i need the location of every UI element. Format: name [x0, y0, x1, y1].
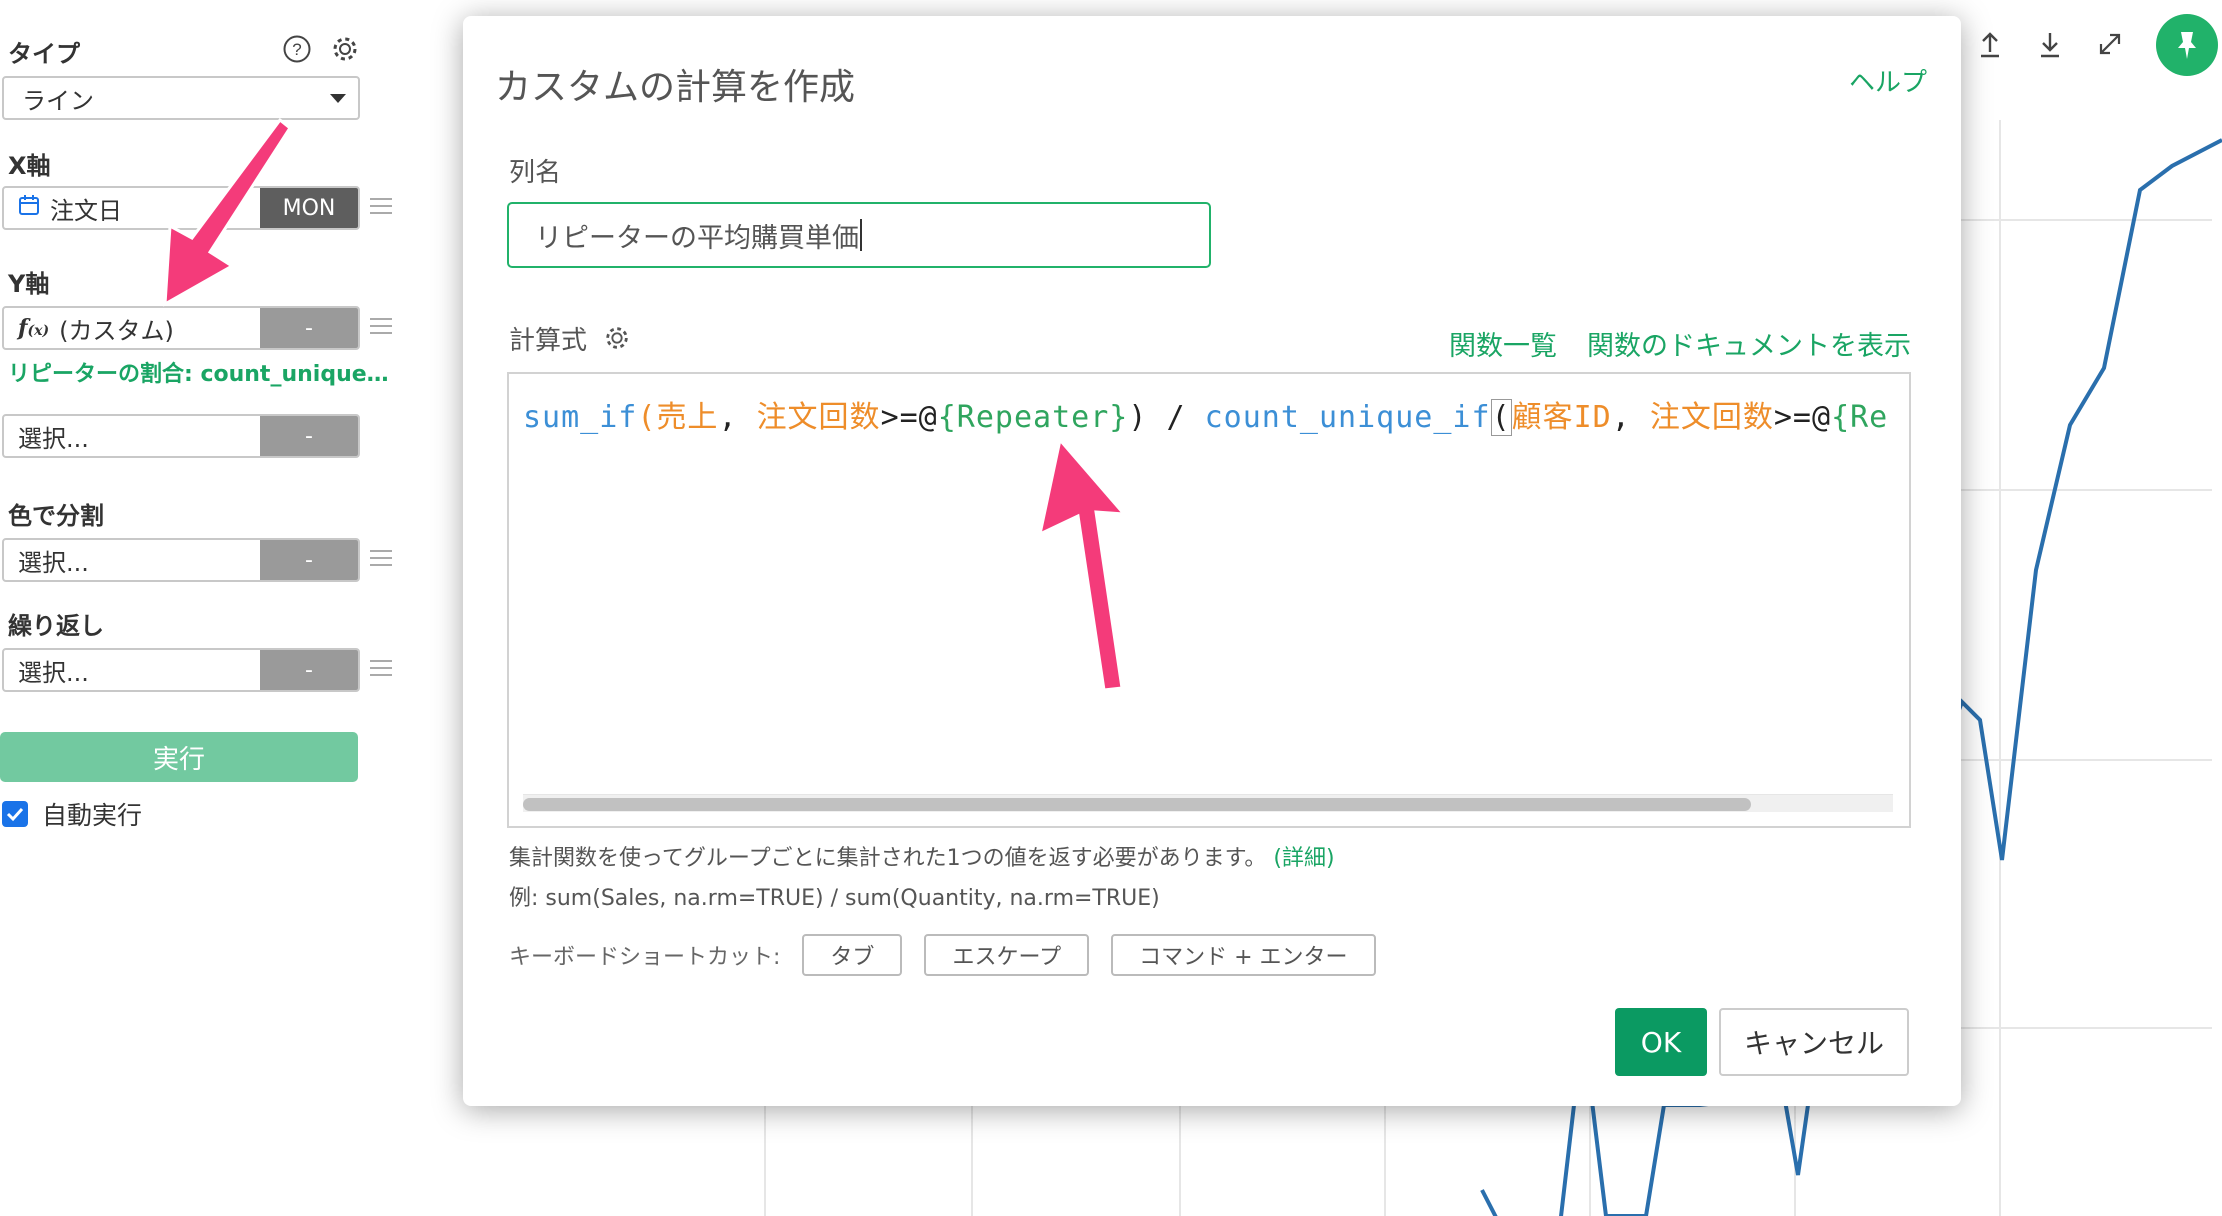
formula-token: {Re [1831, 400, 1889, 435]
scrollbar-thumb[interactable] [523, 798, 1751, 811]
x-axis-field[interactable]: 注文日 MON [2, 186, 360, 230]
y-axis-field-name: (カスタム) [59, 316, 174, 345]
formula-token: >=@ [1773, 400, 1832, 435]
auto-run-label: 自動実行 [42, 801, 143, 830]
y-axis-aggregate-button[interactable]: - [260, 308, 358, 348]
chart-settings-panel: タイプ ? ライン X軸 注文日 MON Y軸 f(x) (カスタム) - リピ… [0, 0, 410, 1216]
y-axis-second-field[interactable]: 選択... - [2, 414, 360, 458]
drag-handle-icon[interactable] [370, 198, 392, 214]
x-axis-field-name: 注文日 [50, 196, 122, 225]
formula-editor[interactable]: sum_if(売上, 注文回数>=@{Repeater}) / count_un… [507, 372, 1911, 828]
svg-text:?: ? [292, 40, 301, 59]
app-root: タイプ ? ライン X軸 注文日 MON Y軸 f(x) (カスタム) - リピ… [0, 0, 2222, 1216]
custom-calculation-dialog: カスタムの計算を作成 ヘルプ 列名 リピーターの平均購買単価 計算式 関数一覧 … [463, 16, 1961, 1106]
shortcut-label: キーボードショートカット: [509, 945, 781, 970]
drag-handle-icon[interactable] [370, 550, 392, 566]
color-split-label: 色で分割 [8, 502, 104, 530]
text-cursor [860, 219, 862, 251]
formula-token: , [1611, 400, 1650, 435]
color-split-button[interactable]: - [260, 540, 358, 580]
formula-hint: 集計関数を使ってグループごとに集計された1つの値を返す必要があります。 (詳細) [509, 840, 1335, 872]
cancel-button[interactable]: キャンセル [1719, 1008, 1909, 1076]
details-link[interactable]: (詳細) [1273, 846, 1334, 871]
pin-icon[interactable] [2156, 14, 2218, 76]
formula-token: 注文回数 [756, 400, 881, 435]
dialog-title: カスタムの計算を作成 [495, 67, 856, 108]
ok-button[interactable]: OK [1615, 1008, 1707, 1076]
run-button[interactable]: 実行 [0, 732, 358, 782]
repeat-field[interactable]: 選択... - [2, 648, 360, 692]
formula-token: count_unique_if [1204, 400, 1491, 435]
formula-token: , [718, 400, 757, 435]
gear-icon[interactable] [603, 324, 631, 359]
column-name-value: リピーターの平均購買単価 [535, 222, 859, 254]
auto-run-checkbox[interactable] [2, 801, 28, 827]
formula-label: 計算式 [509, 320, 631, 359]
type-label: タイプ [8, 40, 80, 68]
chart-type-select[interactable]: ライン [2, 76, 360, 120]
gear-icon[interactable] [328, 32, 362, 66]
y-axis-second-placeholder: 選択... [18, 424, 89, 453]
formula-token: ( [1490, 399, 1512, 436]
formula-token: ) / [1128, 400, 1205, 435]
chart-type-value: ライン [22, 86, 94, 115]
shortcut-key-tab[interactable]: タブ [802, 934, 903, 976]
drag-handle-icon[interactable] [370, 318, 392, 334]
repeat-placeholder: 選択... [18, 658, 89, 687]
formula-token: 顧客ID [1511, 400, 1612, 435]
color-split-field[interactable]: 選択... - [2, 538, 360, 582]
help-circle-icon[interactable]: ? [280, 32, 314, 66]
formula-code-line[interactable]: sum_if(売上, 注文回数>=@{Repeater}) / count_un… [523, 392, 1888, 436]
formula-label-text: 計算式 [509, 326, 588, 356]
formula-token: 注文回数 [1649, 400, 1774, 435]
x-axis-unit-button[interactable]: MON [260, 188, 358, 228]
column-name-label: 列名 [509, 158, 562, 188]
formula-token: sum_if [523, 400, 638, 435]
formula-example: 例: sum(Sales, na.rm=TRUE) / sum(Quantity… [509, 886, 1160, 911]
shortcut-key-cmd-enter[interactable]: コマンド + エンター [1111, 934, 1376, 976]
upload-icon[interactable] [1972, 24, 2008, 64]
shortcut-key-escape[interactable]: エスケープ [924, 934, 1090, 976]
color-split-placeholder: 選択... [18, 548, 89, 577]
y-axis-label: Y軸 [8, 270, 50, 298]
formula-token: 売上 [656, 400, 719, 435]
y-axis-column-name[interactable]: リピーターの割合: count_unique… [8, 356, 389, 388]
formula-token: >=@ [880, 400, 938, 435]
keyboard-shortcuts: キーボードショートカット: タブ エスケープ コマンド + エンター [509, 934, 1376, 976]
drag-handle-icon[interactable] [370, 660, 392, 676]
repeat-button[interactable]: - [260, 650, 358, 690]
function-docs-link[interactable]: 関数のドキュメントを表示 [1587, 324, 1911, 363]
calendar-icon [18, 194, 40, 222]
functions-list-link[interactable]: 関数一覧 [1449, 324, 1557, 363]
formula-links: 関数一覧 関数のドキュメントを表示 [1449, 324, 1911, 363]
expand-icon[interactable] [2092, 24, 2128, 64]
column-name-input[interactable]: リピーターの平均購買単価 [507, 202, 1211, 268]
help-link[interactable]: ヘルプ [1849, 62, 1927, 99]
formula-token: ( [637, 400, 657, 435]
formula-token: {Repeater} [937, 400, 1129, 435]
auto-run-row: 自動実行 [2, 796, 142, 832]
repeat-label: 繰り返し [8, 612, 104, 640]
chevron-down-icon [330, 94, 346, 103]
download-icon[interactable] [2032, 24, 2068, 64]
horizontal-scrollbar[interactable] [523, 794, 1893, 812]
formula-hint-text: 集計関数を使ってグループごとに集計された1つの値を返す必要があります。 [509, 846, 1267, 871]
y-axis-second-button[interactable]: - [260, 416, 358, 456]
function-icon: f(x) [18, 315, 50, 341]
y-axis-field[interactable]: f(x) (カスタム) - [2, 306, 360, 350]
x-axis-label: X軸 [8, 152, 51, 180]
